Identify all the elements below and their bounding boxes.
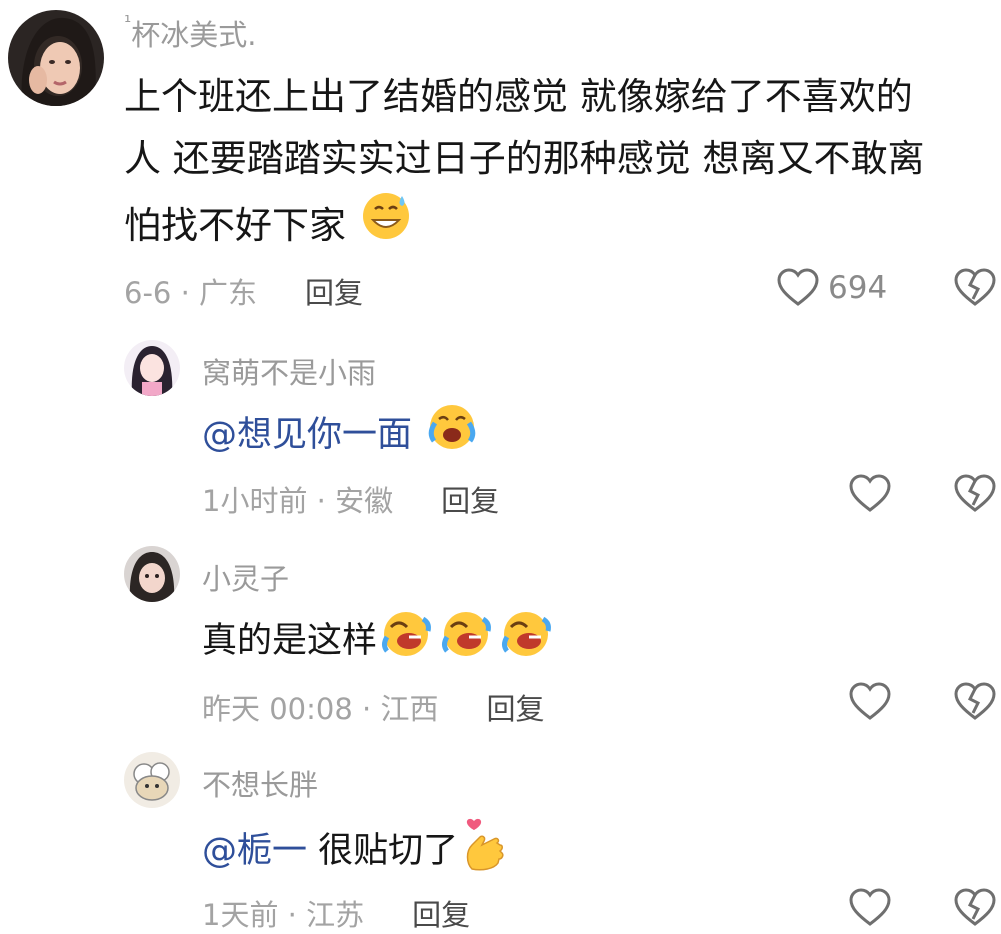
like-button[interactable] (848, 682, 892, 722)
heart-outline-icon (849, 682, 891, 720)
dislike-button[interactable] (953, 682, 997, 722)
reply-meta: 昨天 00:08 · 江西 回复 (202, 686, 544, 728)
comment-author[interactable]: ¹杯冰美式. (124, 12, 256, 54)
avatar[interactable] (8, 10, 104, 106)
reply-meta: 1天前 · 江苏 回复 (202, 892, 470, 934)
grinning-sweat-emoji (360, 190, 412, 261)
broken-heart-icon (954, 474, 996, 512)
avatar[interactable] (124, 546, 180, 602)
dislike-button[interactable] (953, 268, 997, 308)
avatar[interactable] (124, 752, 180, 808)
broken-heart-icon (954, 268, 996, 306)
like-button[interactable] (848, 474, 892, 514)
author-name: 杯冰美式. (131, 18, 257, 52)
dislike-button[interactable] (953, 474, 997, 514)
broken-heart-icon (954, 888, 996, 926)
reply-button[interactable]: 回复 (412, 892, 470, 934)
reply-author[interactable]: 小灵子 (202, 556, 289, 598)
mention-link[interactable]: @想见你一面 (202, 406, 412, 457)
heart-outline-icon (849, 888, 891, 926)
comment-line: 上个班还上出了结婚的感觉 就像嫁给了不喜欢的 (124, 75, 913, 118)
reply-time-location: 1小时前 · 安徽 (202, 484, 394, 518)
reply-content: 真的是这样 (202, 620, 378, 661)
reply-author[interactable]: 窝萌不是小雨 (202, 350, 376, 392)
broken-heart-icon (954, 682, 996, 720)
comment-line: 怕找不好下家 (124, 203, 346, 247)
like-button[interactable] (848, 888, 892, 928)
finger-heart-emoji (462, 815, 508, 880)
reply-author[interactable]: 不想长胖 (202, 762, 318, 804)
comment-text: 上个班还上出了结婚的感觉 就像嫁给了不喜欢的 人 还要踏踏实实过日子的那种感觉 … (124, 66, 994, 261)
reply-content: 很贴切了 (307, 830, 459, 871)
reply-meta: 1小时前 · 安徽 回复 (202, 478, 499, 520)
reply-text: @想见你一面 (202, 404, 478, 458)
mention-link[interactable]: @栀一 (202, 822, 307, 873)
like-count: 694 (828, 270, 888, 306)
dislike-button[interactable] (953, 888, 997, 928)
rofl-emoji (499, 607, 553, 668)
comment-time-location: 6-6 · 广东 (124, 276, 258, 310)
comment-line: 人 还要踏踏实实过日子的那种感觉 想离又不敢离 (124, 137, 925, 180)
rofl-emoji (439, 607, 493, 668)
reply-time-location: 1天前 · 江苏 (202, 898, 365, 932)
crying-laughing-emoji (426, 401, 478, 462)
reply-text: @栀一 很贴切了 (202, 818, 508, 874)
heart-outline-icon (777, 268, 819, 306)
comment-meta: 6-6 · 广东 回复 (124, 270, 363, 312)
like-button[interactable]: 694 (776, 268, 887, 308)
reply-time-location: 昨天 00:08 · 江西 (202, 692, 439, 726)
reply-text: 真的是这样 (202, 610, 553, 664)
rofl-emoji (379, 607, 433, 668)
avatar[interactable] (124, 340, 180, 396)
reply-button[interactable]: 回复 (441, 478, 499, 520)
reply-button[interactable]: 回复 (305, 270, 363, 312)
heart-outline-icon (849, 474, 891, 512)
reply-button[interactable]: 回复 (486, 686, 544, 728)
